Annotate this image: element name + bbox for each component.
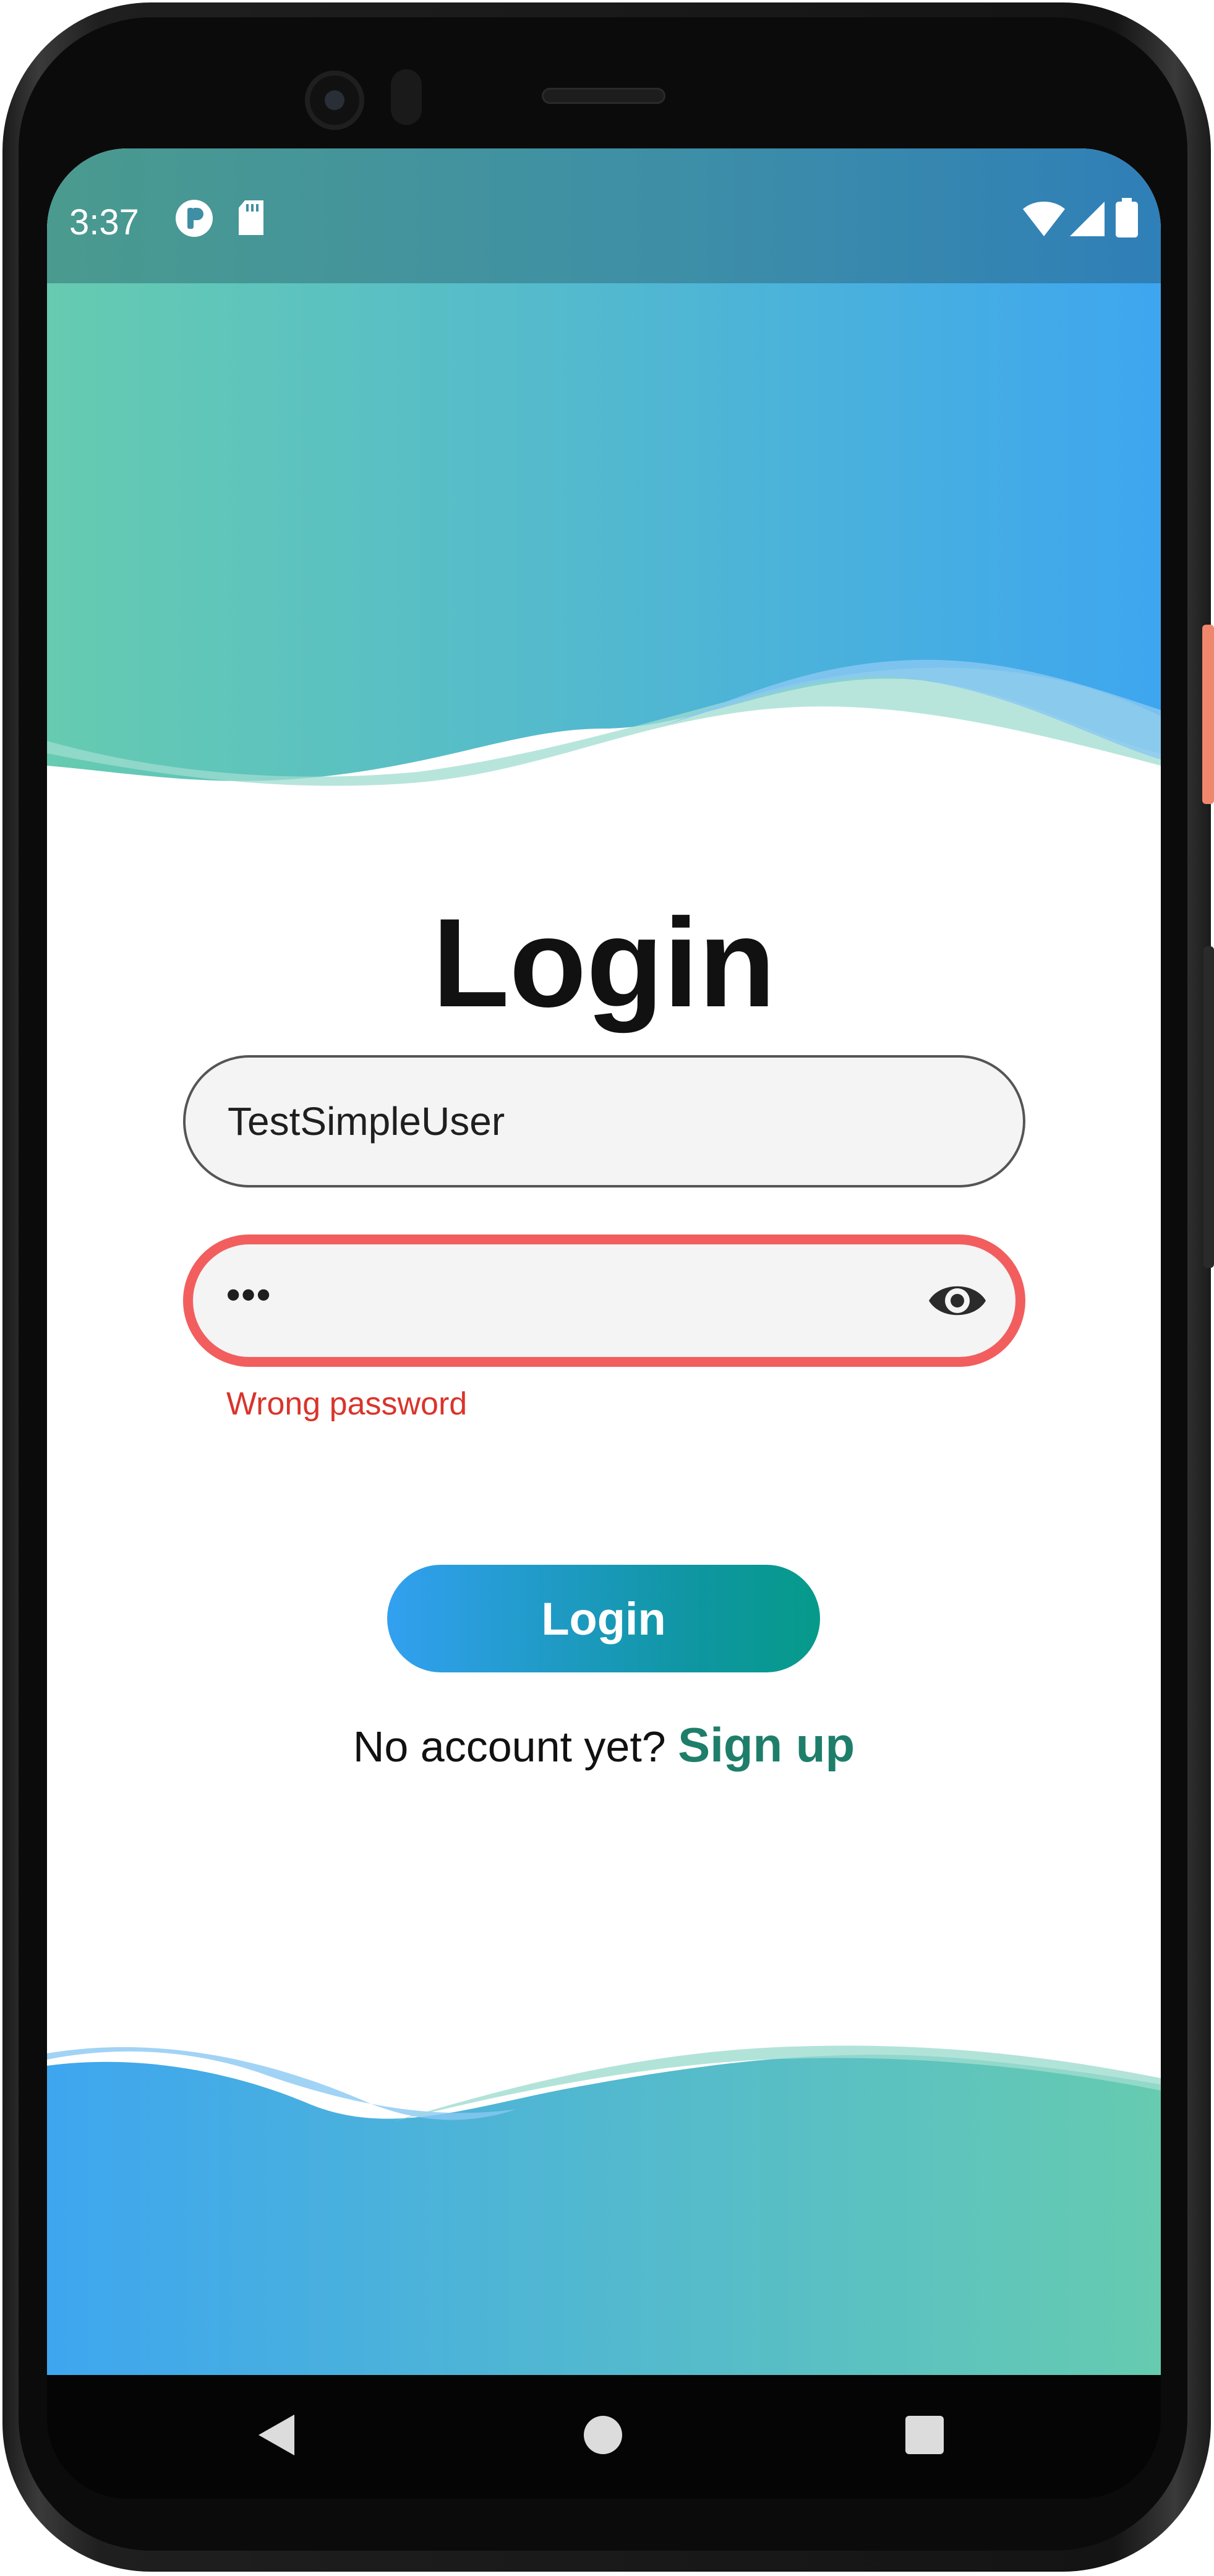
earpiece-speaker bbox=[542, 88, 665, 104]
wifi-icon bbox=[1023, 202, 1065, 236]
signup-link[interactable]: Sign up bbox=[678, 1718, 855, 1772]
signup-prompt: No account yet? bbox=[353, 1722, 666, 1771]
status-bar: 3:37 bbox=[47, 148, 1161, 283]
navigation-bar bbox=[47, 2375, 1161, 2499]
password-value: ••• bbox=[226, 1272, 272, 1317]
battery-icon bbox=[1116, 198, 1138, 237]
volume-button bbox=[1203, 946, 1214, 1268]
proximity-sensor bbox=[391, 69, 422, 125]
login-button[interactable]: Login bbox=[387, 1565, 820, 1672]
page-title: Login bbox=[432, 892, 776, 1033]
front-camera bbox=[305, 71, 364, 130]
eye-icon[interactable] bbox=[926, 1273, 988, 1329]
password-error-message: Wrong password bbox=[226, 1386, 468, 1422]
sd-card-icon bbox=[239, 200, 263, 235]
app-notification-icon bbox=[176, 200, 213, 237]
back-icon[interactable] bbox=[257, 2413, 297, 2457]
password-field[interactable]: ••• bbox=[183, 1235, 1025, 1367]
username-field[interactable]: TestSimpleUser bbox=[183, 1055, 1025, 1187]
power-button bbox=[1202, 625, 1214, 804]
top-wave-decoration bbox=[47, 283, 1161, 786]
signal-icon bbox=[1070, 202, 1105, 236]
status-time: 3:37 bbox=[69, 202, 139, 242]
recents-icon[interactable] bbox=[904, 2415, 945, 2455]
username-value: TestSimpleUser bbox=[228, 1099, 505, 1144]
home-icon[interactable] bbox=[583, 2415, 623, 2455]
screen: 3:37 Login TestSimpleUser ••• Wrong pass… bbox=[47, 148, 1161, 2375]
signup-row: No account yet? Sign up bbox=[47, 1717, 1161, 1773]
bottom-wave-decoration bbox=[47, 2045, 1161, 2375]
